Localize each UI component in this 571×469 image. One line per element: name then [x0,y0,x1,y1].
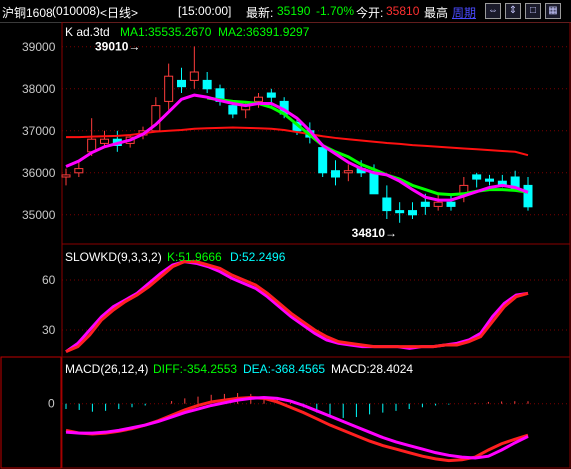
grid-icon[interactable]: ▦ [545,3,561,19]
candle-body [100,138,109,144]
chart-area: 35000 36000 37000 38000 39000 30 60 0 K ad.3t… [0,22,571,469]
price-annotation: 39010→ [95,39,140,53]
kline-ytick-label: 37000 [22,124,56,138]
candle-body [369,172,379,195]
candle-body [177,79,186,88]
macd-diff-line [65,395,529,463]
top-info-bar: 沪铜1608 (010008) <日线> [15:00:00] 最新: 3519… [0,0,571,23]
candle-body [228,105,238,115]
kd-ytick-label: 30 [42,323,56,337]
kline-ytick-label: 38000 [22,82,56,96]
candle-body [472,174,482,180]
macd-diff-label: DIFF:-354.2553 [153,362,237,376]
ma1-label: MA1:35535.2670 [120,25,212,39]
candle-body [61,174,71,178]
kline-title: K ad.3td [65,25,110,39]
candle-body [318,147,328,174]
kd-k-line [65,260,529,353]
kd-k-label: K:51.9666 [167,250,222,264]
ma2-line [206,96,529,197]
arrows-up-down-icon[interactable]: ⇕ [505,3,521,19]
kd-lines [65,260,529,354]
symbol-name: 沪铜1608 [2,6,53,20]
price-annotation: 34810→ [352,226,397,240]
candle-body [433,201,443,207]
symbol-code: (010008) [52,4,101,18]
macd-value-label: MACD:28.4024 [331,362,413,376]
candle-body [408,210,417,216]
kline-ytick-label: 36000 [22,166,56,180]
high-label: 最高 [424,6,449,20]
ma2-label: MA2:36391.9297 [218,25,310,39]
candle-body [343,170,353,174]
candle-body [446,201,456,207]
macd-axis-box [0,356,62,469]
time-label: [15:00:00] [178,4,232,18]
candle-body [74,168,84,174]
period-label[interactable]: <日线> [100,4,138,21]
macd-dea-label: DEA:-368.4565 [243,362,325,376]
kd-title: SLOWKD(9,3,3,2) [65,250,162,264]
latest-label: 最新: [246,6,274,20]
candle-body [266,92,276,98]
candle-body [202,79,212,90]
macd-title: MACD(26,12,4) [65,362,148,376]
change-pct: -1.70% [316,4,355,18]
candle-body [485,178,494,182]
candle-body [331,170,340,178]
candle-body [164,75,174,102]
macd-bars [65,393,529,418]
square-icon[interactable]: □ [525,3,541,19]
open-label: 今开: [356,6,384,20]
kd-d-line [65,260,529,354]
kd-d-label: D:52.2496 [230,250,286,264]
candle-body [189,71,199,81]
kline-ytick-label: 39000 [22,40,56,54]
candle-body [382,197,392,212]
candle-body [395,210,405,214]
candle-body [254,96,263,102]
macd-dea-line [65,395,529,460]
candle-body [523,184,533,208]
kline-ytick-label: 35000 [22,208,56,222]
slow-ma-line [66,126,529,157]
kline-ma-lines [65,93,529,202]
open-value: 35810 [386,4,420,18]
arrows-left-right-icon[interactable]: ⇔ [485,3,501,19]
weekly-link[interactable]: 周期 [452,4,476,21]
candle-body [420,201,430,207]
kd-ytick-label: 60 [42,273,56,287]
macd-lines [65,395,529,463]
macd-ytick-label: 0 [48,397,55,411]
latest-value: 35190 [277,4,311,18]
